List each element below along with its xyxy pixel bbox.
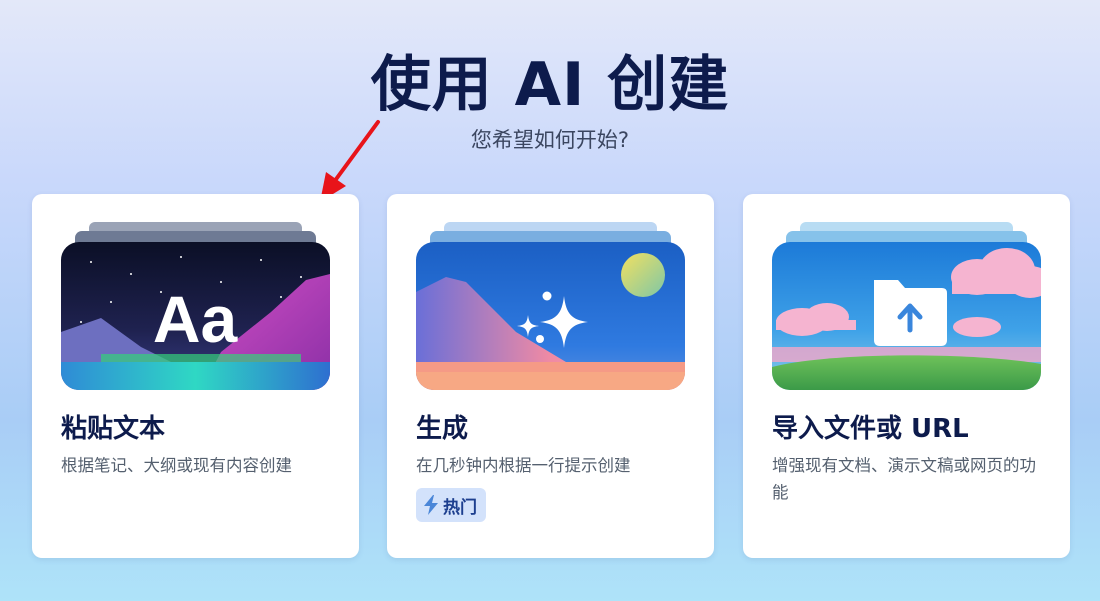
generate-title: 生成 <box>416 414 469 444</box>
paste-text-card[interactable]: Aa 粘贴文本 根据笔记、大纲或现有内容创建 <box>32 194 359 558</box>
paste-text-title: 粘贴文本 <box>61 414 166 444</box>
lightning-icon <box>424 495 438 515</box>
annotation-arrow-icon <box>320 120 380 202</box>
paste-text-description: 根据笔记、大纲或现有内容创建 <box>61 456 292 475</box>
paste-text-thumbnail: Aa <box>61 222 330 390</box>
import-file-title: 导入文件或 URL <box>772 414 969 444</box>
page-subtitle: 您希望如何开始? <box>470 128 630 152</box>
import-file-card[interactable]: 导入文件或 URL 增强现有文档、演示文稿或网页的功能 <box>743 194 1070 558</box>
generate-card[interactable]: 生成 在几秒钟内根据一行提示创建 热门 <box>387 194 714 558</box>
generate-thumbnail <box>416 222 685 390</box>
import-file-thumbnail <box>772 222 1041 390</box>
import-file-description: 增强现有文档、演示文稿或网页的功能 <box>772 456 1036 502</box>
page-title: 使用 AI 创建 <box>370 50 730 120</box>
popular-badge: 热门 <box>416 488 486 522</box>
upload-folder-icon <box>874 280 947 346</box>
popular-badge-label: 热门 <box>443 497 477 518</box>
text-aa-icon: Aa <box>153 282 239 356</box>
generate-description: 在几秒钟内根据一行提示创建 <box>416 456 631 475</box>
